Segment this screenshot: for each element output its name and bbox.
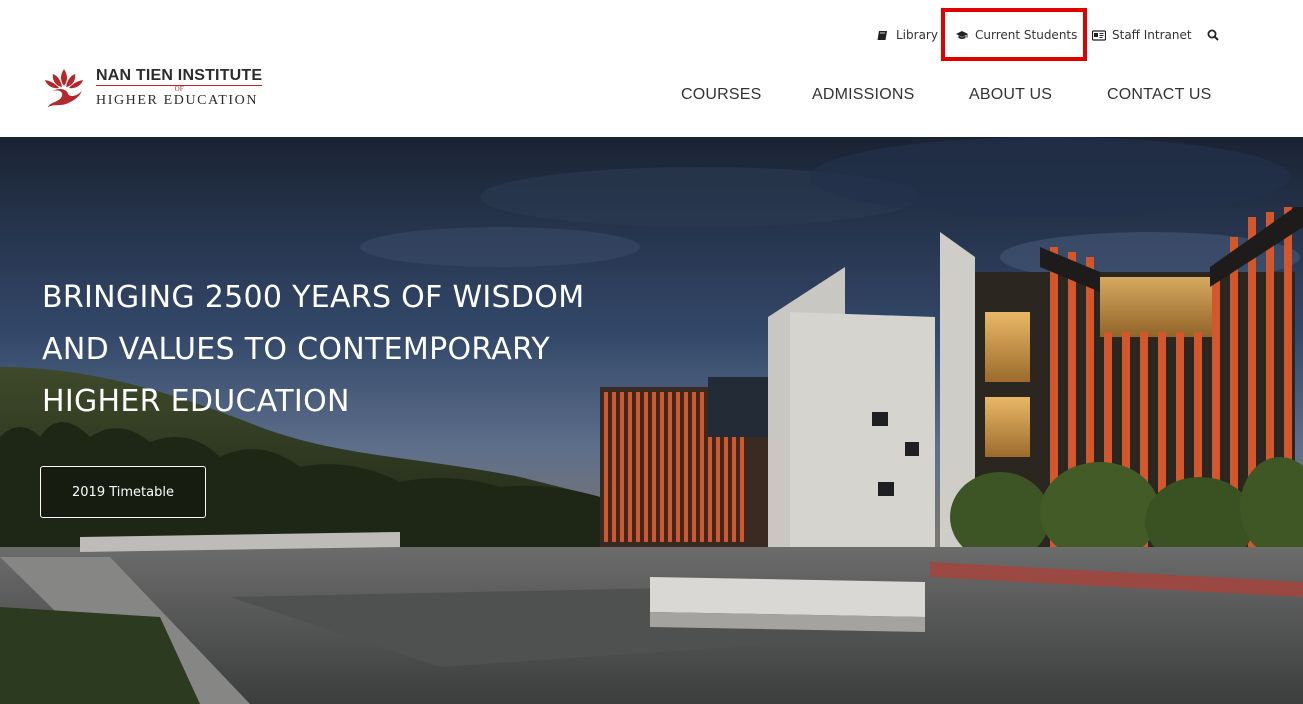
- nav-admissions[interactable]: ADMISSIONS: [812, 86, 914, 104]
- hero-title: BRINGING 2500 YEARS OF WISDOM AND VALUES…: [42, 272, 682, 428]
- book-icon: [876, 29, 890, 41]
- main-nav: COURSES ADMISSIONS ABOUT US CONTACT US: [0, 86, 1303, 114]
- search-button[interactable]: [1206, 20, 1226, 50]
- timetable-button[interactable]: 2019 Timetable: [40, 466, 206, 518]
- staff-intranet-label: Staff Intranet: [1112, 28, 1192, 42]
- nav-contact-us[interactable]: CONTACT US: [1107, 86, 1212, 104]
- utility-bar: Library Current Students Staff Intranet: [0, 20, 1303, 50]
- hero-title-line-1: BRINGING 2500 YEARS OF WISDOM: [42, 280, 585, 315]
- current-students-label: Current Students: [975, 28, 1078, 42]
- library-label: Library: [896, 28, 938, 42]
- hero-title-line-2: AND VALUES TO CONTEMPORARY: [42, 332, 550, 367]
- library-link[interactable]: Library: [876, 20, 938, 50]
- logo-line-1: NAN TIEN INSTITUTE: [96, 67, 263, 84]
- graduation-cap-icon: [955, 29, 969, 41]
- staff-intranet-link[interactable]: Staff Intranet: [1092, 20, 1192, 50]
- current-students-link[interactable]: Current Students: [955, 20, 1077, 50]
- search-icon: [1206, 29, 1220, 41]
- id-card-icon: [1092, 29, 1106, 41]
- hero-title-line-3: HIGHER EDUCATION: [42, 384, 350, 419]
- hero-banner: BRINGING 2500 YEARS OF WISDOM AND VALUES…: [0, 137, 1303, 704]
- nav-courses[interactable]: COURSES: [681, 86, 762, 104]
- nav-about-us[interactable]: ABOUT US: [969, 86, 1052, 104]
